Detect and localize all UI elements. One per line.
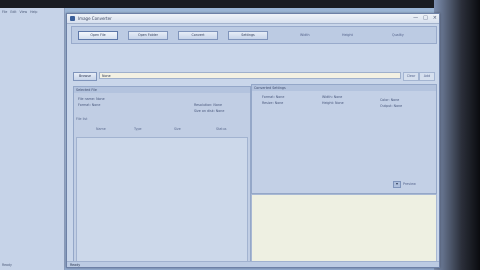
close-icon[interactable]: × xyxy=(433,15,437,21)
info-size-on-disk: Size on disk: None xyxy=(194,109,225,113)
toolbar-quality-label: Quality xyxy=(392,33,404,37)
convert-button[interactable]: Convert xyxy=(178,31,218,40)
bg-menu-edit[interactable]: Edit xyxy=(10,10,16,14)
scroll-arrow-icon[interactable]: ▾ xyxy=(393,181,401,188)
bg-menu-help[interactable]: Help xyxy=(30,10,37,14)
main-window: Image Converter — □ × Open File Open Fol… xyxy=(66,13,440,268)
app-icon xyxy=(70,16,75,21)
info-format: Format: None xyxy=(78,103,101,107)
toolbar-width-label: Width xyxy=(300,33,310,37)
info-file-name: File name: None xyxy=(78,97,105,101)
column-name[interactable]: Name xyxy=(96,127,106,131)
bg-menu-file[interactable]: File xyxy=(2,10,7,14)
settings-button[interactable]: Settings xyxy=(228,31,268,40)
file-list-subheader: File list xyxy=(76,117,88,121)
right-info-color: Color: None xyxy=(380,98,400,102)
minimize-icon[interactable]: — xyxy=(413,15,418,21)
open-folder-button[interactable]: Open Folder xyxy=(128,31,168,40)
path-input[interactable]: None xyxy=(99,72,401,79)
toolbar-height-label: Height xyxy=(342,33,353,37)
monitor-bezel-right xyxy=(434,0,480,270)
left-panel-header: Selected File xyxy=(74,87,250,93)
bg-menu-view[interactable]: View xyxy=(20,10,28,14)
toolbar: Open File Open Folder Convert Settings W… xyxy=(71,26,437,44)
window-title: Image Converter xyxy=(78,16,112,21)
file-list-header: File list Name Type Size Status xyxy=(76,115,246,131)
window-controls: — □ × xyxy=(413,15,437,21)
background-status: Ready xyxy=(2,263,12,267)
right-info-output: Output: None xyxy=(380,104,403,108)
background-window[interactable]: File Edit View Help Ready xyxy=(0,8,65,270)
column-type[interactable]: Type xyxy=(134,127,142,131)
background-menu: File Edit View Help xyxy=(2,10,37,14)
file-list[interactable] xyxy=(76,137,248,263)
preview-area[interactable] xyxy=(251,194,437,266)
right-panel: Converted Settings Format: None Resize: … xyxy=(251,84,437,194)
column-size[interactable]: Size xyxy=(174,127,181,131)
monitor-bezel-top xyxy=(0,0,480,8)
right-info-resize: Resize: None xyxy=(262,101,284,105)
left-panel: Selected File File name: None Format: No… xyxy=(73,86,251,266)
status-bar: Ready xyxy=(67,261,439,267)
column-status[interactable]: Status xyxy=(216,127,227,131)
open-file-button[interactable]: Open File xyxy=(78,31,118,40)
right-info-height: Height: None xyxy=(322,101,344,105)
titlebar[interactable]: Image Converter — □ × xyxy=(67,14,439,24)
add-button[interactable]: Add xyxy=(419,72,435,81)
right-info-format: Format: None xyxy=(262,95,285,99)
preview-label: Preview xyxy=(403,182,416,186)
right-panel-header: Converted Settings xyxy=(252,85,436,91)
right-info-width: Width: None xyxy=(322,95,343,99)
maximize-icon[interactable]: □ xyxy=(423,15,428,21)
browse-button[interactable]: Browse xyxy=(73,72,97,81)
info-resolution: Resolution: None xyxy=(194,103,222,107)
clear-button[interactable]: Clear xyxy=(403,72,419,81)
